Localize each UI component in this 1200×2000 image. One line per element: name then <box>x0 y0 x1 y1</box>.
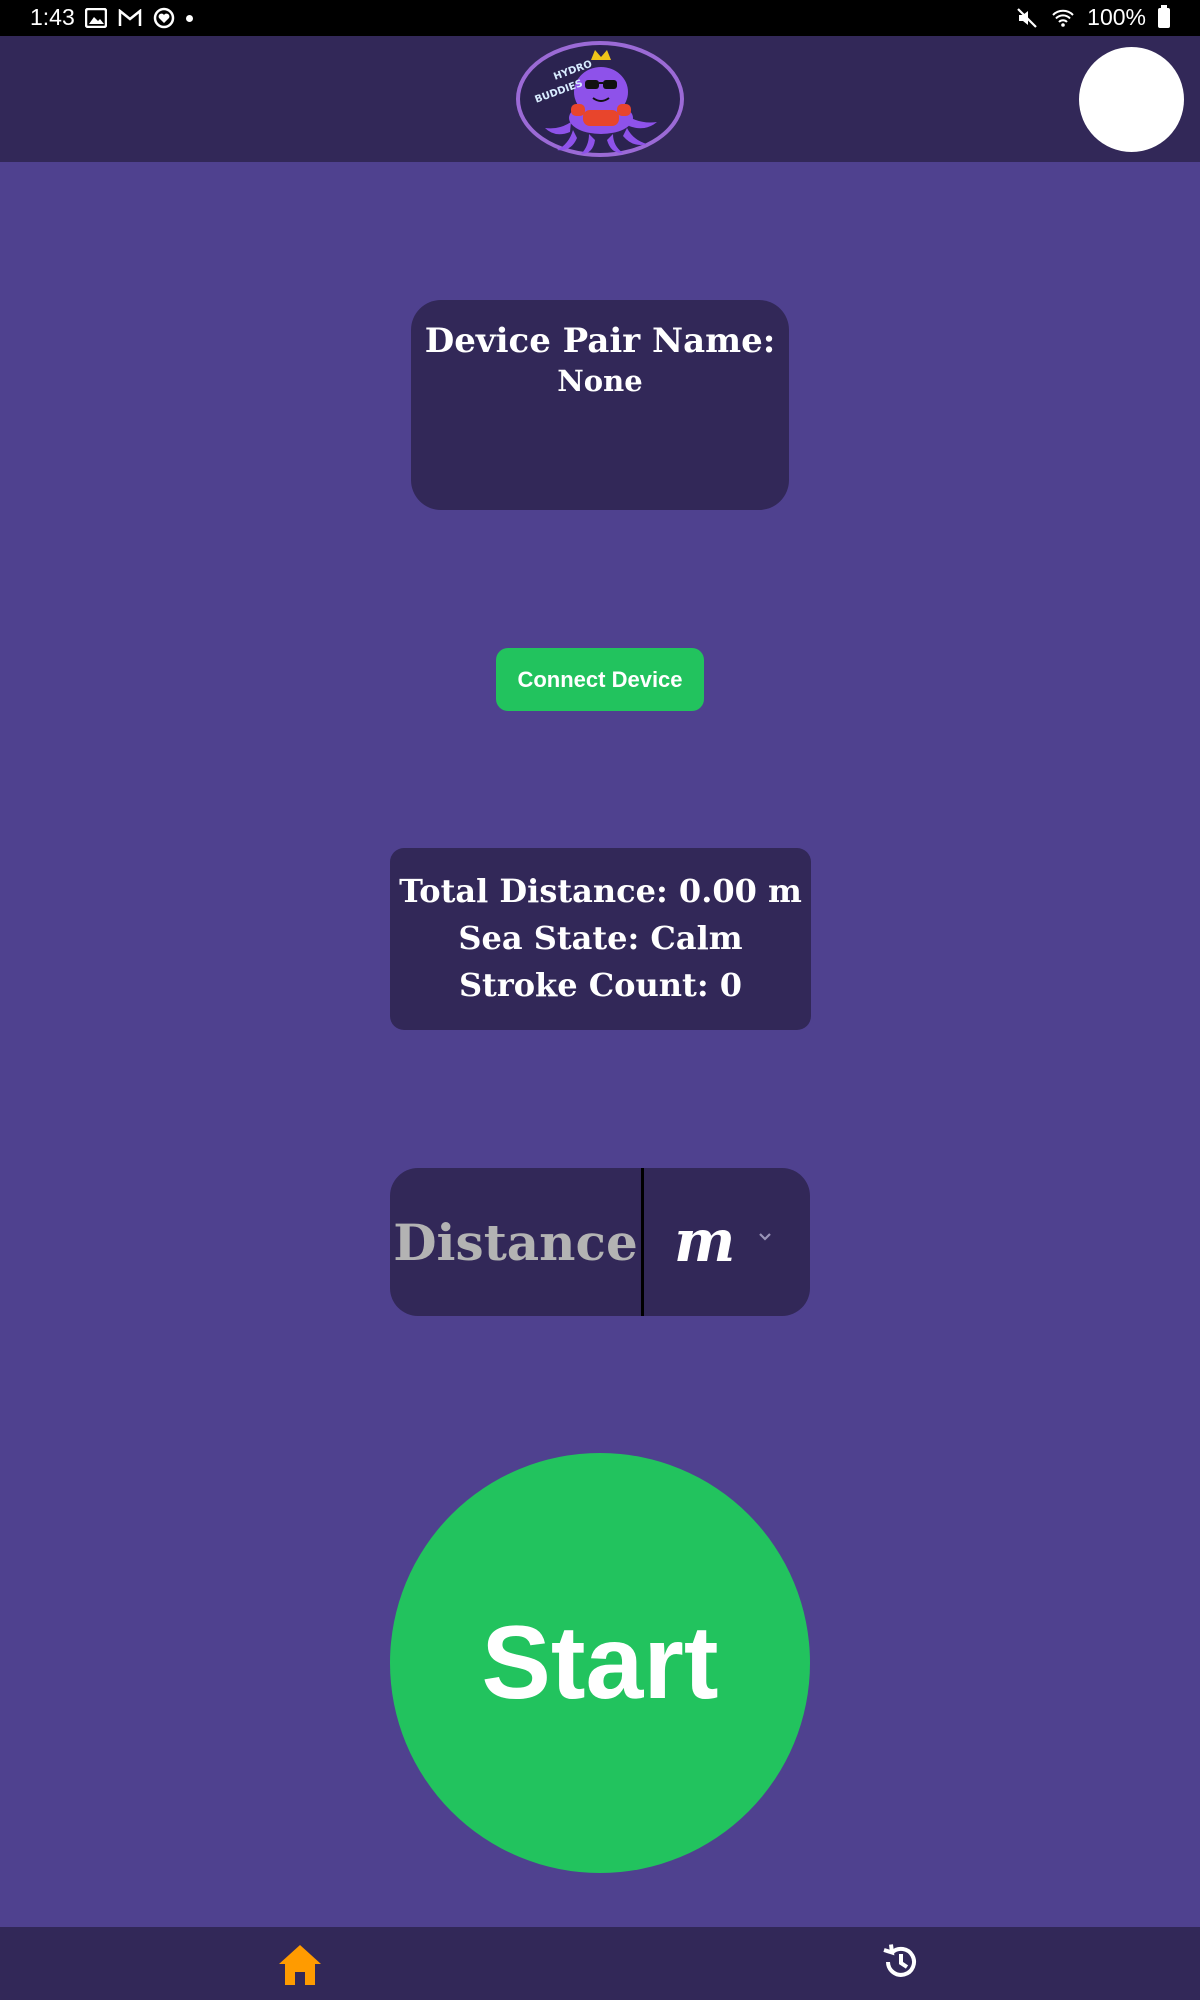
history-icon[interactable] <box>880 1941 922 1983</box>
wifi-icon <box>1051 6 1075 30</box>
image-icon <box>84 6 108 30</box>
mute-icon <box>1015 6 1039 30</box>
bottom-nav <box>0 1927 1200 2000</box>
device-pair-value: None <box>557 364 643 398</box>
status-time: 1:43 <box>30 4 75 30</box>
chevron-down-icon <box>756 1228 774 1246</box>
heart-circle-icon <box>152 6 176 30</box>
dot-icon <box>186 14 193 22</box>
profile-avatar[interactable] <box>1079 47 1184 152</box>
notification-icons <box>84 6 193 30</box>
unit-selected-value: m <box>674 1207 736 1275</box>
system-icons: 100% <box>1015 4 1170 31</box>
device-pair-title: Device Pair Name: <box>424 321 776 361</box>
octopus-logo-icon: HYDRO BUDDIES <box>515 40 685 158</box>
session-stats-card: Total Distance: 0.00 m Sea State: Calm S… <box>390 848 811 1030</box>
gmail-icon <box>118 6 142 30</box>
status-bar: 1:43 100% <box>0 0 1200 36</box>
app-screen: 1:43 100% HYDRO BUDDIES Device Pair Name… <box>0 0 1200 2000</box>
total-distance-text: Total Distance: 0.00 m <box>399 872 802 910</box>
distance-entry: m <box>390 1168 810 1316</box>
sea-state-text: Sea State: Calm <box>458 919 743 957</box>
battery-icon <box>1158 4 1170 28</box>
battery-percentage: 100% <box>1087 4 1146 30</box>
stroke-count-text: Stroke Count: 0 <box>458 966 743 1004</box>
device-pair-card: Device Pair Name: None <box>411 300 789 510</box>
connect-device-button[interactable]: Connect Device <box>496 648 704 711</box>
unit-select[interactable]: m <box>644 1168 810 1316</box>
start-button[interactable]: Start <box>390 1453 810 1873</box>
distance-input[interactable] <box>390 1168 641 1316</box>
home-icon[interactable] <box>276 1941 324 1989</box>
